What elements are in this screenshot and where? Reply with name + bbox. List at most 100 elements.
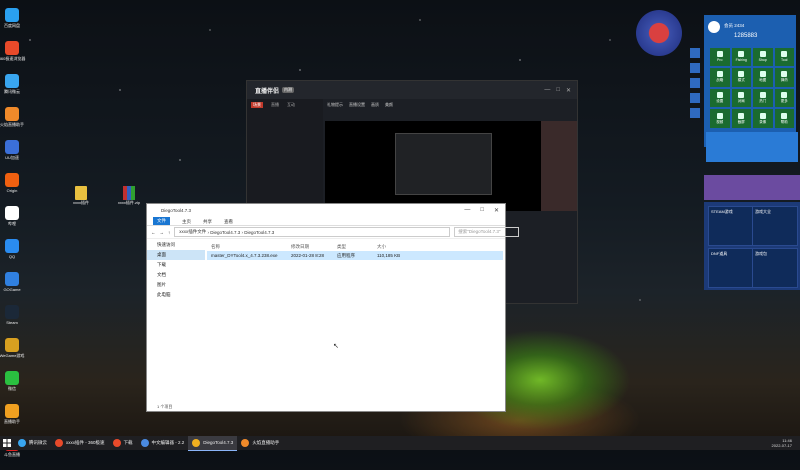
stream-header-item[interactable]: 画质 [371, 102, 379, 108]
desktop-icon[interactable]: 哔哩 [0, 206, 24, 236]
app-icon [5, 404, 19, 418]
taskbar-item[interactable]: 下载 [109, 436, 137, 450]
taskbar-item[interactable]: 腾讯微云 [14, 436, 51, 450]
breadcrumb-2[interactable]: DiegoTool4.7.3 [244, 230, 274, 235]
system-tray[interactable]: 11:46 2022-07-17 [772, 438, 792, 448]
start-button[interactable] [0, 436, 14, 450]
tab-share[interactable]: 共享 [203, 219, 212, 225]
column-size[interactable]: 大小 [377, 244, 417, 250]
dashboard-cell[interactable]: 视频 [710, 109, 730, 128]
desktop-icon[interactable]: 360极速浏览器 [0, 41, 25, 71]
dashboard-cell[interactable]: 对局 [731, 88, 751, 108]
dashboard-cell[interactable]: 帮助 [774, 109, 794, 128]
desktop-icon[interactable]: GOGame [0, 272, 24, 302]
desktop-icon[interactable]: 直播助手 [0, 404, 24, 434]
dashboard-cell-label: Shop [758, 58, 767, 63]
desktop-icon[interactable]: 腾讯微云 [0, 74, 24, 104]
breadcrumb-1[interactable]: DiegoTool4.7.3 [210, 230, 240, 235]
tab-view[interactable]: 查看 [224, 219, 233, 225]
taskbar-item-label: 中文编辑器 - 2.2 [151, 439, 185, 445]
desktop-icon[interactable]: Origin [0, 173, 24, 203]
dashboard-cell[interactable]: 战略 [710, 67, 730, 87]
taskbar-item[interactable]: 火焰直播助手 [237, 436, 283, 450]
file-explorer-window[interactable]: DiegoTool4.7.3 — □ ✕ 文件 主页 共享 查看 ← → ↑ x… [146, 203, 520, 412]
dashboard-cell[interactable]: Pro [710, 48, 730, 66]
desktop-icon[interactable]: 火焰直播助手 [0, 107, 24, 137]
dashboard-cell[interactable]: 更多 [774, 88, 794, 108]
dashboard-cell[interactable]: 截屏 [731, 109, 751, 128]
toolbar-icon[interactable] [690, 108, 700, 118]
stream-header-item[interactable]: 美颜 [385, 102, 393, 108]
search-input[interactable]: 搜索"DiegoTool4.7.3" [454, 227, 520, 237]
toolbar-icon[interactable] [690, 63, 700, 73]
nav-item[interactable]: 桌面 [147, 250, 205, 260]
desktop-icon-label: 百度网盘 [4, 23, 20, 28]
tool-icon [759, 71, 766, 78]
address-bar[interactable]: xxxx插件文件 › DiegoTool4.7.3 › DiegoTool4.7… [174, 227, 451, 237]
desktop-icon[interactable]: 百度网盘 [0, 8, 24, 38]
maximize-icon[interactable]: □ [480, 207, 484, 214]
dashboard-banner[interactable] [706, 132, 798, 162]
close-icon[interactable]: ✕ [566, 87, 571, 94]
nav-item[interactable]: 快速访问 [147, 240, 205, 250]
nav-item[interactable]: 图片 [147, 280, 205, 290]
app-icon [112, 438, 121, 447]
dashboard-cell[interactable]: 模式 [731, 67, 751, 87]
column-type[interactable]: 类型 [337, 244, 377, 250]
app-icon [5, 140, 19, 154]
dashboard-cell[interactable]: Shop [753, 48, 773, 66]
store-card[interactable]: STEAM游戏 [708, 206, 754, 246]
dashboard-cell[interactable]: Fishing [731, 48, 751, 66]
store-card[interactable]: 游戏包 [752, 248, 798, 288]
toolbar-icon[interactable] [690, 93, 700, 103]
store-card[interactable]: 游戏大全 [752, 206, 798, 246]
desktop-archive[interactable]: xxxx插件.zip [114, 186, 144, 206]
stream-preview[interactable] [325, 121, 541, 211]
desktop-icon[interactable]: QQ [0, 239, 24, 269]
dashboard-cell[interactable]: 热门 [753, 88, 773, 108]
stream-tab[interactable]: 直播 [271, 102, 279, 108]
taskbar-item[interactable]: 中文编辑器 - 2.2 [137, 436, 189, 450]
minimize-icon[interactable]: — [464, 207, 470, 214]
explorer-title: DiegoTool4.7.3 [161, 207, 192, 213]
store-card[interactable]: DNF道具 [708, 248, 754, 288]
dashboard-cell-label: 视频 [716, 119, 724, 124]
nav-item[interactable]: 文档 [147, 270, 205, 280]
up-icon[interactable]: ↑ [168, 230, 170, 235]
toolbar-icon[interactable] [690, 78, 700, 88]
tool-icon [716, 91, 723, 98]
desktop-icon[interactable]: Steam [0, 305, 24, 335]
tab-home[interactable]: 主页 [182, 219, 191, 225]
back-icon[interactable]: ← [151, 230, 156, 235]
dashboard-user: 会员 2434 [724, 23, 745, 28]
close-icon[interactable]: ✕ [494, 207, 499, 214]
minimize-icon[interactable]: — [544, 87, 550, 94]
desktop-icon[interactable]: WeGame游戏 [0, 338, 24, 368]
stream-header-item[interactable]: 直播设置 [349, 102, 365, 108]
forward-icon[interactable]: → [160, 230, 165, 235]
stream-header-item[interactable]: 礼物提示 [327, 102, 343, 108]
nav-item[interactable]: 此电脑 [147, 290, 205, 300]
toolbar-icon[interactable] [690, 48, 700, 58]
dashboard-cell[interactable]: 录像 [753, 109, 773, 128]
dashboard-cell[interactable]: 弹药 [774, 67, 794, 87]
dashboard-cell[interactable]: Tool [774, 48, 794, 66]
stream-tab[interactable]: 互动 [287, 102, 295, 108]
promo-banner[interactable] [704, 175, 800, 200]
game-clock-widget[interactable] [636, 10, 682, 56]
dashboard-cell[interactable]: 地图 [753, 67, 773, 87]
table-row[interactable]: master_DYTool4.x_4.7.3.238.exe 2022-01-28… [207, 251, 503, 260]
dashboard-cell[interactable]: 设置 [710, 88, 730, 108]
stream-tab[interactable]: 场景 [251, 102, 263, 108]
taskbar-item[interactable]: xxxx插件 - 360极速 [51, 436, 109, 450]
column-name[interactable]: 名称 [211, 244, 291, 250]
breadcrumb-0[interactable]: xxxx插件文件 [179, 229, 206, 235]
desktop-icon[interactable]: UU加速 [0, 140, 24, 170]
nav-item[interactable]: 下载 [147, 260, 205, 270]
desktop-icon[interactable]: 微信 [0, 371, 24, 401]
column-date[interactable]: 修改日期 [291, 244, 337, 250]
maximize-icon[interactable]: □ [556, 87, 560, 94]
taskbar-item[interactable]: DiegoTool4.7.3 [188, 435, 238, 451]
desktop-folder[interactable]: xxxx插件 [66, 186, 96, 206]
tab-file[interactable]: 文件 [153, 217, 170, 225]
